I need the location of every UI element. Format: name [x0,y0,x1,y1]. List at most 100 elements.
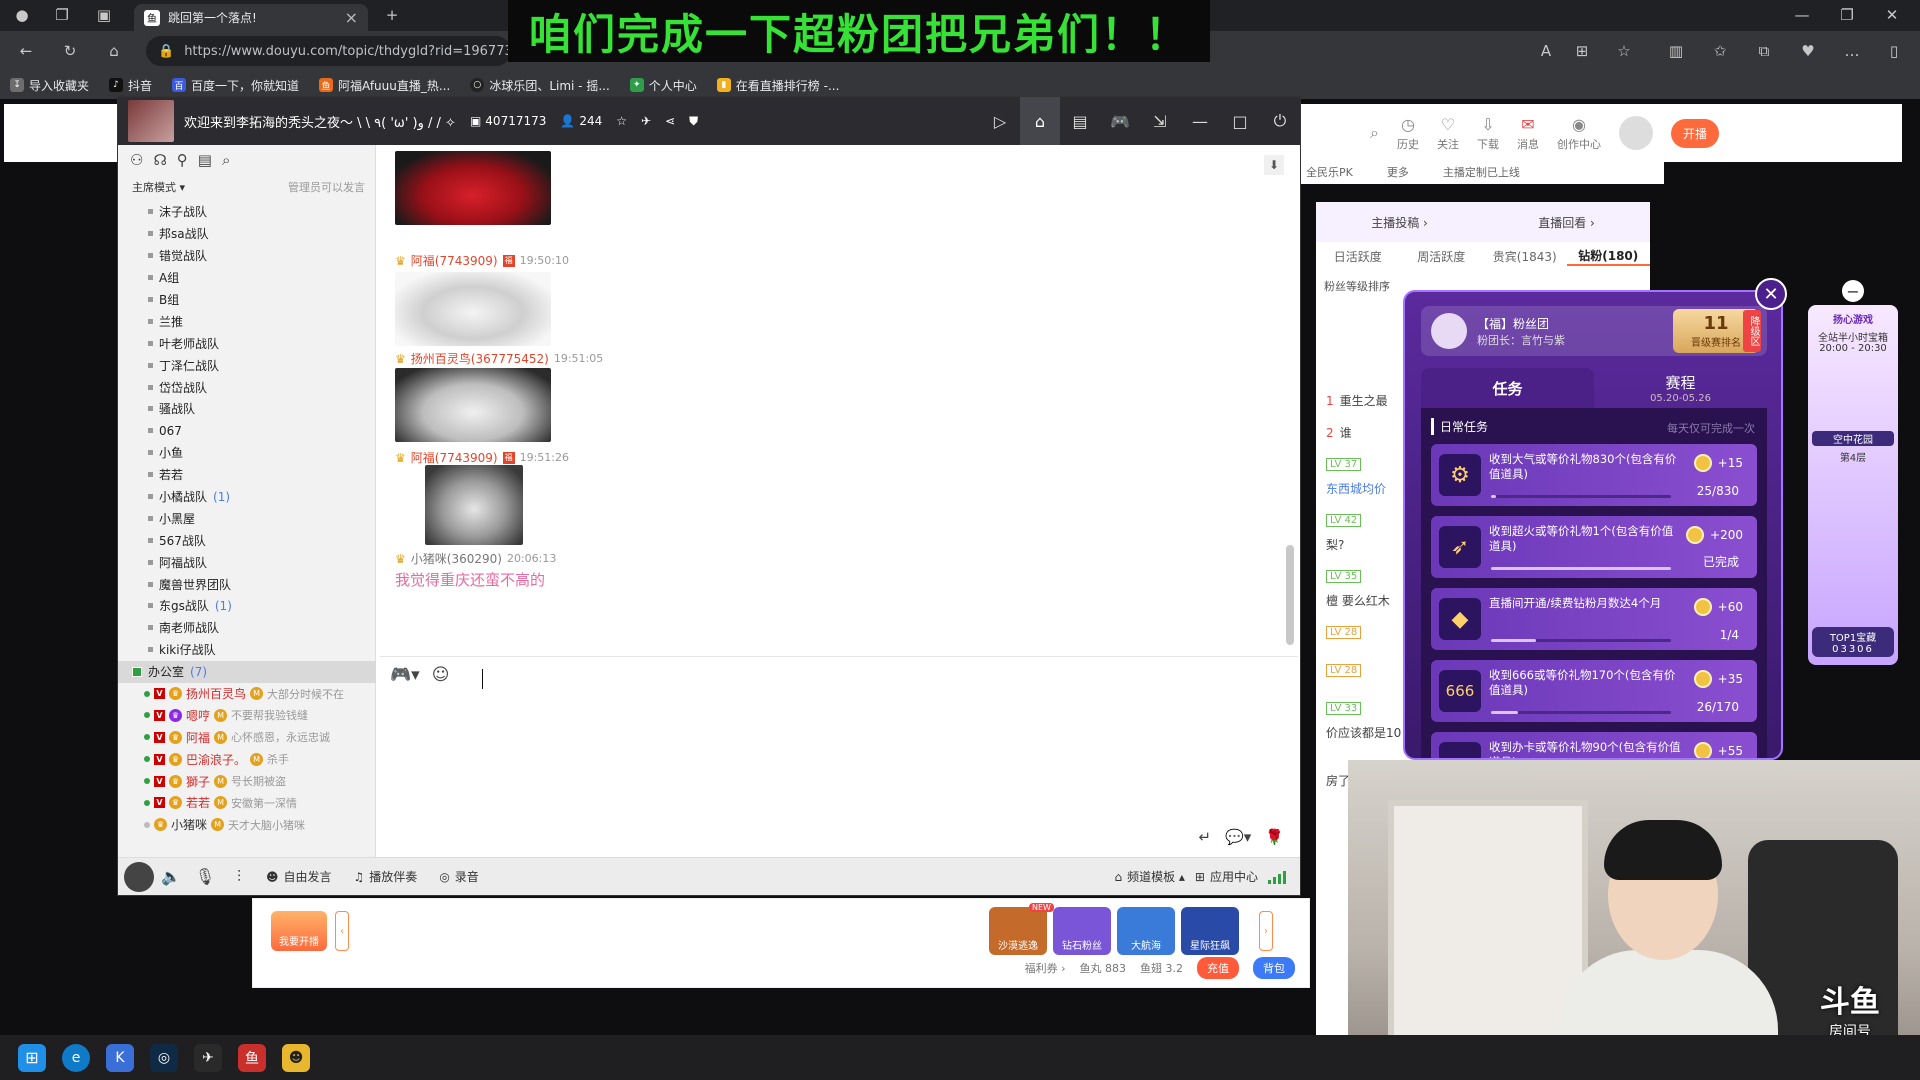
split-screen-icon[interactable]: ▥ [1664,39,1688,63]
collapse-promo-icon[interactable]: − [1842,280,1864,302]
template-button[interactable]: ⌂ 频道模板 ▴ [1114,868,1184,885]
favorite-star-icon[interactable]: ☆ [1612,39,1636,63]
user-icon[interactable]: ⚇ [130,151,143,169]
favorite-star-icon[interactable]: ☆ [616,114,627,128]
bookmark-baidu[interactable]: 百百度一下，你就知道 [172,77,299,94]
gift-item[interactable]: 钻石粉丝 [1053,907,1111,955]
bgm-button[interactable]: ♫ 播放伴奏 [354,868,418,885]
mode-select[interactable]: 主席模式 ▾ [132,179,185,195]
home-icon[interactable]: ⌂ [1020,97,1060,145]
restore-icon[interactable]: ❐ [1835,3,1859,27]
channel-item[interactable]: 南老师战队 [118,617,376,639]
tab-match[interactable]: 赛程 05.20-05.26 [1594,368,1767,408]
home-icon[interactable]: ⌂ [102,39,126,63]
app-icon[interactable]: ✈ [194,1043,222,1072]
header-messages[interactable]: ✉ 消息 [1517,115,1539,152]
member-item[interactable]: V ♛ 若若 M 安徽第一深情 [118,792,376,814]
steam-icon[interactable]: ◎ [150,1043,178,1072]
app-center-button[interactable]: ⊞ 应用中心 [1195,868,1258,885]
message-input[interactable]: 🎮▾ ☺ ↵ 💬▾ 🌹 [380,656,1298,856]
car-image[interactable] [395,151,551,225]
welfare-link[interactable]: 福利券 › [1025,960,1066,976]
mixer-icon[interactable]: ⫶ [222,867,256,887]
chat-bubble-icon[interactable]: 💬▾ [1225,828,1251,846]
member-item[interactable]: V ♛ 獅子 M 号长期被盗 [118,770,376,792]
member-item[interactable]: V ♛ 巴渝浪子。 M 杀手 [118,748,376,770]
favorites-icon[interactable]: ✩ [1708,39,1732,63]
headset-icon[interactable]: ☊ [153,151,166,169]
open-live-button[interactable]: 开播 [1670,118,1719,148]
video-icon[interactable]: ▷ [980,97,1020,145]
channel-item[interactable]: 567战队 [118,529,376,551]
tab-close-icon[interactable]: × [345,8,358,27]
header-download[interactable]: ⇩ 下载 [1477,115,1499,152]
member-item[interactable]: V ♛ 扬州百灵鸟 M 大部分时候不在 [118,683,376,705]
minimize-icon[interactable]: — [1790,3,1814,27]
expand-left-icon[interactable]: ‹ [335,911,349,951]
tab-daily-active[interactable]: 日活跃度 [1316,248,1400,265]
side-promo-banner[interactable]: 扬心游戏 全站半小时宝箱 20:00 - 20:30 空中花园 第4层 TOP1… [1808,305,1898,665]
channel-item[interactable]: 沫子战队 [118,201,376,223]
channel-item[interactable]: 叶老师战队 [118,332,376,354]
channel-item[interactable]: 错觉战队 [118,245,376,267]
gamepad-icon[interactable]: 🎮 [1100,97,1140,145]
channel-item[interactable]: 小黑屋 [118,507,376,529]
channel-item[interactable]: 小橘战队 (1) [118,486,376,508]
channel-item[interactable]: 兰推 [118,310,376,332]
header-creator[interactable]: ◉ 创作中心 [1557,115,1601,152]
channel-item[interactable]: 东gs战队 (1) [118,595,376,617]
channel-item[interactable]: 邦sa战队 [118,223,376,245]
gift-item[interactable]: 沙漠逃逸 [989,907,1047,955]
tab-weekly-active[interactable]: 周活跃度 [1400,248,1484,265]
shield-icon[interactable]: ⛊ [689,114,698,129]
new-tab-icon[interactable]: + [380,3,404,27]
channel-item[interactable]: 骚战队 [118,398,376,420]
profile-icon[interactable]: ● [10,3,34,27]
record-button[interactable]: ◎ 录音 [439,868,479,885]
task-item[interactable]: ▰ 收到办卡或等价礼物90个(包含有价值道具) +55 [1431,732,1757,758]
gift-item[interactable]: 大航海 [1117,907,1175,955]
bookmark-ranking[interactable]: ▮ 在看直播排行榜 -... [716,77,839,94]
close-window-icon[interactable]: ✕ [1880,3,1904,27]
reload-icon[interactable]: ↻ [58,39,82,63]
recharge-button[interactable]: 充值 [1197,957,1239,979]
subnav-custom[interactable]: 主播定制已上线 [1443,164,1520,180]
member-item[interactable]: V ♛ 嗯哼 M 不要帮我验钱缝 [118,704,376,726]
bookmark-douyin[interactable]: ♪ 抖音 [109,77,152,94]
douyu-icon[interactable]: 鱼 [238,1043,266,1072]
k-app-icon[interactable]: K [106,1043,134,1072]
task-item[interactable]: ➶ 收到超火或等价礼物1个(包含有价值道具) +200 已完成 [1431,516,1757,578]
bag-button[interactable]: 背包 [1253,957,1295,979]
expand-right-icon[interactable]: › [1259,911,1273,951]
channel-item[interactable]: kiki仔战队 [118,639,376,661]
subnav-pk[interactable]: 全民乐PK [1306,164,1353,180]
task-item[interactable]: 666 收到666或等价礼物170个(包含有价值道具) +35 26/170 [1431,660,1757,722]
tab-diamond-fans[interactable]: 钻粉(180) [1566,247,1650,266]
anchor-submission-link[interactable]: 主播投稿 › [1371,214,1428,231]
enter-icon[interactable]: ↵ [1199,828,1212,846]
edge-icon[interactable]: e [62,1043,90,1072]
header-follow[interactable]: ♡ 关注 [1437,115,1459,152]
gamepad-icon[interactable]: 🎮▾ [390,665,420,685]
maximize-icon[interactable]: □ [1220,97,1260,145]
gift-item[interactable]: 星际狂飙 [1181,907,1239,955]
channel-item[interactable]: 若若 [118,464,376,486]
board-icon[interactable]: ▤ [1060,97,1100,145]
mic-icon[interactable]: 🎙 [188,867,222,886]
avatar[interactable] [124,861,154,892]
bookmark-afu-live[interactable]: 鱼阿福Afuuu直播_热... [319,77,450,94]
app-available-icon[interactable]: ⊞ [1570,39,1594,63]
workspaces-icon[interactable]: ❐ [50,3,74,27]
channel-item[interactable]: 丁泽仁战队 [118,354,376,376]
channel-item[interactable]: 小鱼 [118,442,376,464]
tab-active[interactable]: 鱼 跳回第一个落点! × [134,4,368,31]
scroll-down-icon[interactable]: ⬇ [1264,155,1284,175]
sidebar-toggle-icon[interactable]: ▯ [1882,39,1906,63]
start-menu-icon[interactable]: ⊞ [18,1043,46,1072]
read-aloud-icon[interactable]: A [1534,39,1558,63]
car-image[interactable] [395,272,551,346]
channel-item[interactable]: 魔兽世界团队 [118,573,376,595]
tab-actions-icon[interactable]: ▣ [92,3,116,27]
power-icon[interactable]: ⏻ [1260,97,1300,145]
extensions-icon[interactable]: ♥ [1796,39,1820,63]
